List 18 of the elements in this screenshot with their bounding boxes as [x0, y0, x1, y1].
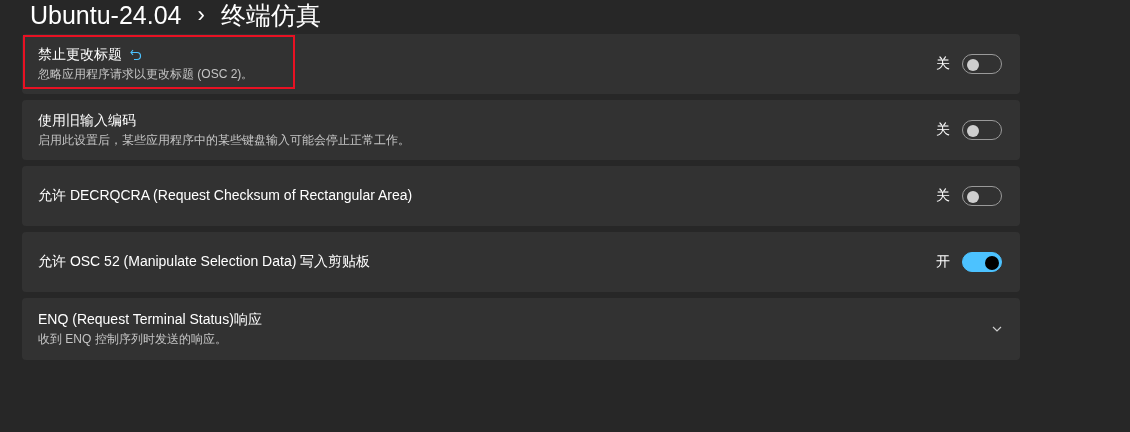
setting-title: 允许 DECRQCRA (Request Checksum of Rectangular Area): [38, 187, 413, 205]
toggle-state-label: 开: [936, 253, 950, 271]
setting-description: 忽略应用程序请求以更改标题 (OSC 2)。: [38, 65, 255, 83]
reset-icon[interactable]: [130, 48, 142, 61]
setting-title: ENQ (Request Terminal Status)响应: [38, 310, 262, 329]
breadcrumb-separator: ›: [197, 1, 205, 29]
toggle-state-label: 关: [936, 187, 950, 205]
setting-title: 禁止更改标题: [38, 45, 122, 64]
setting-description: 收到 ENQ 控制序列时发送的响应。: [38, 330, 228, 348]
chevron-icon[interactable]: [992, 326, 1002, 332]
setting-title: 使用旧输入编码: [38, 111, 136, 130]
page-title: 终端仿真: [220, 0, 321, 30]
breadcrumb-parent[interactable]: Ubuntu-24.04: [30, 0, 182, 30]
toggle-state-label: 关: [936, 55, 950, 73]
setting-description: 启用此设置后，某些应用程序中的某些键盘输入可能会停止正常工作。: [38, 131, 411, 149]
toggle-switch[interactable]: [962, 252, 1002, 272]
setting-title: 允许 OSC 52 (Manipulate Selection Data) 写入剪贴板: [38, 253, 371, 271]
toggle-state-label: 关: [936, 121, 950, 139]
